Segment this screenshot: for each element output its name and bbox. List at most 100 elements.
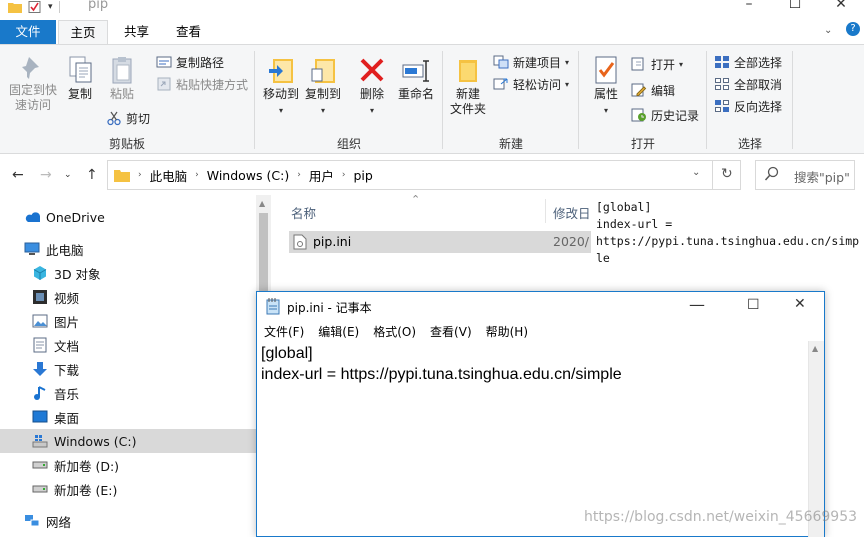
notepad-title: pip.ini - 记事本 (287, 301, 372, 315)
menu-file[interactable]: 文件(F) (257, 321, 311, 341)
chevron-right-icon: › (138, 170, 142, 180)
rename-icon (401, 57, 431, 83)
delete-button[interactable]: 删除 ▾ (356, 51, 388, 116)
cut-button[interactable]: 剪切 (106, 108, 150, 128)
tab-share[interactable]: 共享 (112, 20, 161, 44)
new-item-button[interactable]: 新建项目 ▾ (493, 52, 569, 72)
copy-to-icon (309, 55, 337, 85)
move-to-button[interactable]: 移动到 ▾ (260, 51, 302, 116)
notepad-text-area[interactable]: [global] index-url = https://pypi.tuna.ts… (257, 341, 808, 537)
preview-line: [global] (596, 200, 652, 214)
tab-view[interactable]: 查看 (164, 20, 213, 44)
ini-file-icon (293, 234, 307, 250)
new-folder-label-2: 文件夹 (449, 102, 486, 116)
easy-access-icon (493, 77, 509, 91)
history-icon (631, 108, 647, 122)
file-row-pip-ini[interactable]: pip.ini 2020/ (289, 231, 591, 253)
history-button[interactable]: 历史记录 (631, 105, 699, 125)
copy-path-button[interactable]: 复制路径 (156, 52, 224, 72)
copy-button[interactable]: 复制 (62, 51, 98, 102)
maximize-button[interactable]: ☐ (747, 297, 760, 313)
help-icon[interactable]: ? (846, 22, 860, 36)
new-folder-button[interactable]: 新建 文件夹 (448, 51, 488, 117)
recent-locations-icon[interactable]: ⌄ (64, 170, 72, 180)
paste-button[interactable]: 粘贴 (104, 51, 140, 102)
breadcrumb-pip[interactable]: pip (353, 168, 372, 183)
address-dropdown-icon[interactable]: ⌄ (692, 167, 700, 178)
ribbon-separator (792, 51, 793, 149)
nav-item-documents[interactable]: 文档 (0, 333, 256, 357)
paste-label: 粘贴 (109, 87, 134, 101)
nav-item-downloads[interactable]: 下载 (0, 357, 256, 381)
breadcrumb-this-pc[interactable]: 此电脑 (150, 166, 188, 185)
pin-quick-access-button[interactable]: 固定到快 速访问 (6, 51, 60, 113)
column-header-modified[interactable]: 修改日 (553, 203, 591, 222)
ribbon-collapse-icon[interactable]: ⌄ (824, 25, 832, 36)
menu-format[interactable]: 格式(O) (366, 321, 423, 341)
pin-label-1: 固定到快 (8, 83, 57, 97)
minimize-button[interactable]: – (726, 0, 772, 14)
nav-item-drive-c[interactable]: Windows (C:) (0, 429, 256, 453)
breadcrumb-users[interactable]: 用户 (309, 166, 334, 185)
nav-item-pictures[interactable]: 图片 (0, 309, 256, 333)
chevron-right-icon: › (195, 170, 199, 180)
paste-shortcut-button[interactable]: 粘贴快捷方式 (156, 74, 248, 94)
preview-line: le (596, 251, 610, 265)
column-divider[interactable] (545, 199, 546, 223)
nav-item-3d-objects[interactable]: 3D 对象 (0, 261, 256, 285)
history-label: 历史记录 (651, 108, 700, 123)
invert-selection-button[interactable]: 反向选择 (714, 96, 782, 116)
select-group-label: 选择 (737, 137, 762, 151)
properties-button[interactable]: 属性 ▾ (588, 51, 624, 116)
delete-dropdown-icon: ▾ (369, 106, 374, 115)
scroll-up-icon[interactable]: ▲ (812, 344, 818, 353)
column-header-name[interactable]: 名称 (291, 203, 316, 222)
select-all-button[interactable]: 全部选择 (714, 52, 782, 72)
refresh-icon[interactable]: ↻ (721, 166, 733, 182)
qat-divider (58, 1, 60, 13)
minimize-button[interactable]: — (689, 295, 705, 314)
up-arrow-icon[interactable]: ↑ (86, 167, 98, 183)
move-to-icon (267, 55, 295, 85)
tab-home[interactable]: 主页 (58, 20, 108, 44)
search-icon (764, 166, 780, 182)
breadcrumb-drive-c[interactable]: Windows (C:) (207, 168, 289, 183)
address-divider (712, 161, 713, 189)
nav-item-this-pc[interactable]: 此电脑 (0, 237, 256, 261)
easy-access-button[interactable]: 轻松访问 ▾ (493, 74, 569, 94)
drive-icon (32, 457, 48, 473)
rename-button[interactable]: 重命名 (395, 51, 437, 102)
nav-item-music[interactable]: 音乐 (0, 381, 256, 405)
copy-to-button[interactable]: 复制到 ▾ (302, 51, 344, 116)
back-arrow-icon[interactable]: ← (12, 167, 24, 183)
address-bar[interactable]: › 此电脑 › Windows (C:) › 用户 › pip ⌄ ↻ (107, 160, 741, 190)
nav-item-drive-e[interactable]: 新加卷 (E:) (0, 477, 256, 501)
easy-access-label: 轻松访问 (513, 77, 562, 92)
network-icon (24, 513, 40, 529)
nav-item-network[interactable]: 网络 (0, 509, 256, 533)
menu-view[interactable]: 查看(V) (423, 321, 479, 341)
open-button[interactable]: 打开 ▾ (631, 54, 683, 74)
qat-dropdown-icon[interactable]: ▾ (48, 2, 53, 12)
scroll-up-icon[interactable]: ▲ (259, 199, 265, 208)
tab-file[interactable]: 文件 (0, 20, 56, 44)
nav-item-drive-d[interactable]: 新加卷 (D:) (0, 453, 256, 477)
folder-icon (114, 168, 130, 182)
menu-edit[interactable]: 编辑(E) (311, 321, 366, 341)
forward-arrow-icon[interactable]: → (40, 167, 52, 183)
close-button[interactable]: ✕ (818, 0, 864, 14)
notepad-scrollbar[interactable]: ▲ (808, 341, 824, 537)
nav-item-onedrive[interactable]: OneDrive (0, 205, 256, 229)
properties-checkbox-icon[interactable] (28, 1, 42, 13)
edit-button[interactable]: 编辑 (631, 80, 675, 100)
cloud-icon (24, 209, 40, 225)
nav-item-desktop[interactable]: 桌面 (0, 405, 256, 429)
select-none-button[interactable]: 全部取消 (714, 74, 782, 94)
new-item-dropdown-icon: ▾ (565, 57, 570, 67)
search-box[interactable]: 搜索"pip" (755, 160, 855, 190)
maximize-button[interactable]: ☐ (772, 0, 818, 14)
menu-help[interactable]: 帮助(H) (479, 321, 535, 341)
close-button[interactable]: ✕ (794, 296, 806, 312)
select-none-icon (714, 77, 730, 91)
nav-item-videos[interactable]: 视频 (0, 285, 256, 309)
